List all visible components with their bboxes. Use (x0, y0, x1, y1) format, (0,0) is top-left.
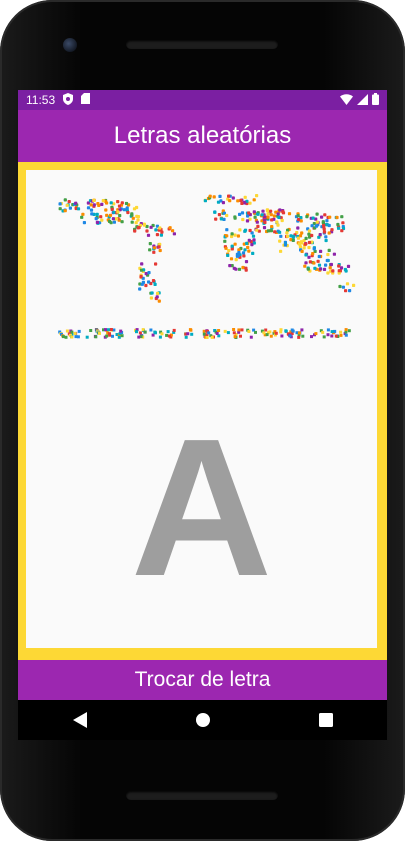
recents-icon[interactable] (306, 705, 346, 735)
signal-icon (357, 93, 368, 108)
phone-frame: 11:53 Letras aleatórias A Trocar de letr… (0, 0, 405, 841)
shield-icon (63, 92, 74, 108)
home-icon[interactable] (183, 705, 223, 735)
letter-frame: A (18, 162, 387, 660)
random-letter: A (130, 398, 273, 617)
status-bar: 11:53 (18, 90, 387, 110)
bottom-speaker (126, 791, 278, 800)
screen: 11:53 Letras aleatórias A Trocar de letr… (18, 90, 387, 740)
change-letter-button-label: Trocar de letra (134, 668, 271, 691)
camera (63, 38, 77, 52)
app-title: Letras aleatórias (113, 122, 292, 149)
letter-card: A (26, 170, 377, 648)
wifi-icon (340, 93, 353, 108)
back-icon[interactable] (60, 705, 100, 735)
top-speaker (126, 40, 278, 49)
change-letter-button[interactable]: Trocar de letra (18, 660, 387, 700)
battery-icon (372, 93, 379, 108)
world-map-letters-image (58, 194, 356, 339)
navigation-bar (18, 700, 387, 740)
status-time: 11:53 (26, 93, 56, 107)
sd-card-icon (81, 93, 91, 107)
app-bar: Letras aleatórias (18, 110, 387, 162)
